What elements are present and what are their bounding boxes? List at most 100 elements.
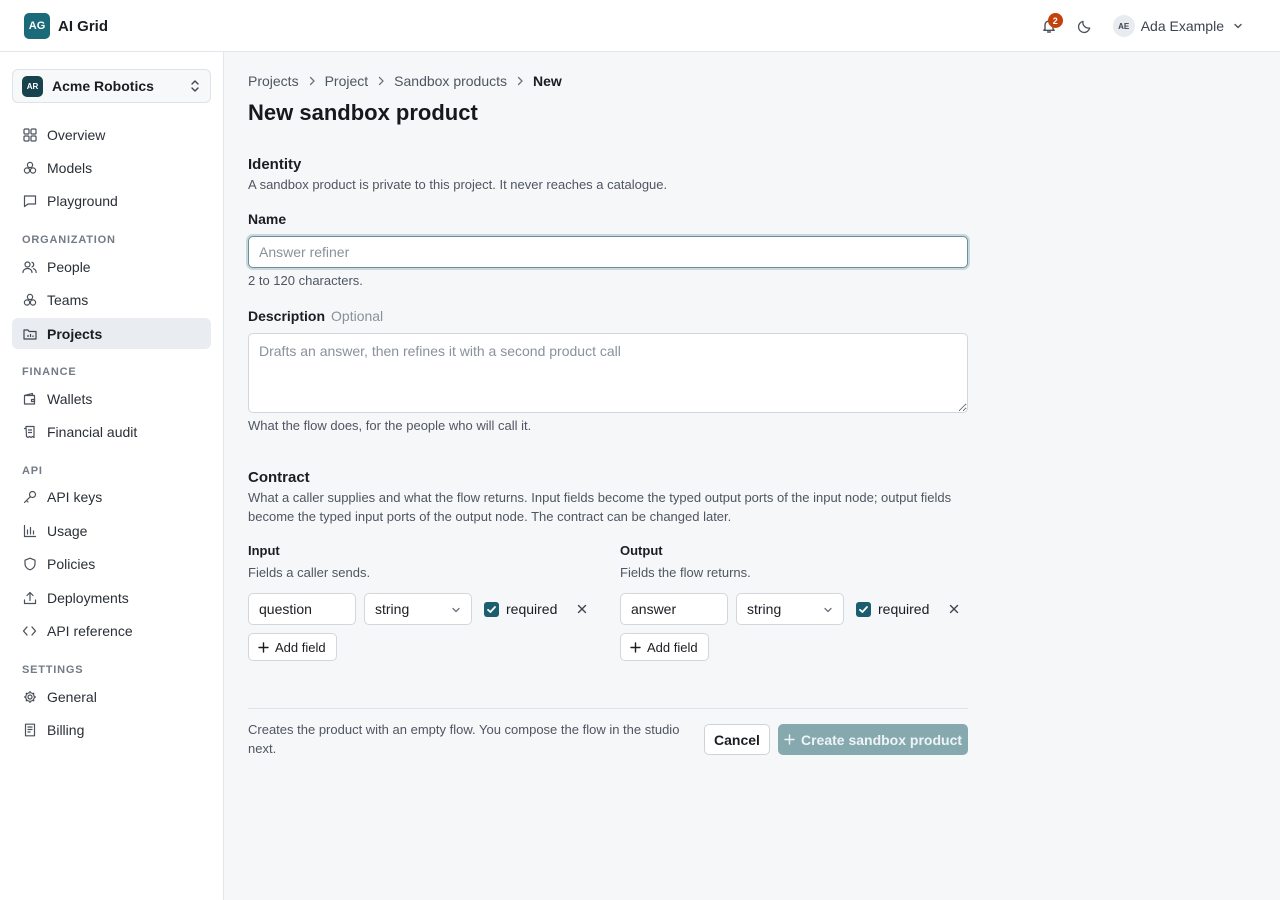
input-contract-column: Input Fields a caller sends. string requ…: [248, 543, 596, 661]
avatar: AE: [1112, 15, 1135, 37]
input-add-field-button[interactable]: Add field: [248, 633, 337, 661]
chevron-down-icon: [823, 605, 833, 615]
contract-section-description: What a caller supplies and what the flow…: [248, 490, 952, 524]
name-hint: 2 to 120 characters.: [248, 273, 363, 288]
description-hint: What the flow does, for the people who w…: [248, 418, 532, 433]
folder-chart-icon: [22, 326, 37, 341]
plus-icon: [784, 734, 795, 745]
output-contract-column: Output Fields the flow returns. string r…: [620, 543, 968, 661]
sidebar-item-people[interactable]: People: [12, 251, 211, 282]
required-label: required: [878, 601, 930, 617]
breadcrumb-project[interactable]: Project: [325, 73, 369, 89]
organization-switcher[interactable]: AR Acme Robotics: [12, 69, 211, 103]
output-field-row: string required: [620, 593, 968, 625]
sidebar-item-overview[interactable]: Overview: [12, 119, 211, 150]
sidebar-item-label: Financial audit: [47, 423, 138, 440]
sidebar-item-label: API reference: [47, 622, 133, 639]
chevron-up-down-icon: [190, 79, 200, 93]
sidebar-item-label: Wallets: [47, 390, 93, 407]
add-field-label: Add field: [647, 639, 698, 655]
sidebar-item-label: Usage: [47, 522, 88, 539]
input-field-required-checkbox[interactable]: required: [484, 601, 557, 617]
name-label: Name: [248, 211, 287, 227]
name-input[interactable]: [248, 236, 968, 268]
brand-name: AI Grid: [58, 17, 109, 35]
sidebar-item-deployments[interactable]: Deployments: [12, 582, 211, 613]
output-field-required-checkbox[interactable]: required: [856, 601, 929, 617]
plus-icon: [630, 641, 641, 653]
checkbox-checked-icon: [484, 601, 499, 617]
plus-icon: [258, 641, 269, 653]
sidebar-item-usage[interactable]: Usage: [12, 515, 211, 546]
sidebar-item-label: Models: [47, 159, 93, 176]
section-header-api: API: [22, 465, 43, 477]
create-sandbox-product-button[interactable]: Create sandbox product: [778, 724, 968, 755]
sidebar-item-api-reference[interactable]: API reference: [12, 615, 211, 646]
sidebar-item-projects[interactable]: Projects: [12, 318, 211, 349]
sidebar-item-financial-audit[interactable]: Financial audit: [12, 416, 211, 447]
sidebar-item-models[interactable]: Models: [12, 152, 211, 183]
org-avatar: AR: [22, 75, 43, 97]
sidebar: AR Acme Robotics Overview Models Playgro…: [0, 52, 224, 900]
user-menu[interactable]: AE Ada Example: [1112, 15, 1244, 37]
wallet-icon: [22, 391, 37, 406]
sidebar-item-label: Teams: [47, 291, 89, 308]
bar-chart-icon: [22, 523, 37, 538]
identity-section-description: A sandbox product is private to this pro…: [248, 177, 668, 192]
input-field-row: string required: [248, 593, 596, 625]
cancel-button[interactable]: Cancel: [704, 724, 770, 755]
section-header-finance: FINANCE: [22, 366, 77, 378]
input-field-name[interactable]: [248, 593, 356, 625]
sidebar-item-policies[interactable]: Policies: [12, 548, 211, 579]
code-icon: [22, 623, 37, 638]
theme-toggle-button[interactable]: [1071, 12, 1099, 40]
breadcrumb-projects[interactable]: Projects: [248, 73, 299, 89]
description-label: Description Optional: [248, 308, 383, 324]
chevron-right-icon: [308, 76, 316, 86]
shield-icon: [22, 556, 37, 571]
receipt-icon: [22, 424, 37, 439]
sidebar-item-general[interactable]: General: [12, 681, 211, 712]
optional-tag: Optional: [331, 308, 384, 324]
notifications-badge: 2: [1047, 13, 1063, 28]
sidebar-item-playground[interactable]: Playground: [12, 185, 211, 216]
sidebar-item-teams[interactable]: Teams: [12, 284, 211, 315]
output-column-title: Output: [620, 543, 663, 558]
brand[interactable]: AG AI Grid: [24, 13, 108, 39]
sidebar-item-api-keys[interactable]: API keys: [12, 481, 211, 512]
sidebar-item-label: General: [47, 688, 97, 705]
add-field-label: Add field: [275, 639, 326, 655]
contract-section-title: Contract: [248, 469, 310, 486]
type-value: string: [747, 601, 782, 617]
input-column-description: Fields a caller sends.: [248, 565, 371, 580]
sidebar-item-label: Projects: [47, 325, 103, 342]
type-value: string: [375, 601, 410, 617]
section-header-settings: SETTINGS: [22, 664, 84, 676]
description-label-text: Description: [248, 308, 326, 324]
top-bar: AG AI Grid 2 AE Ada Example: [0, 0, 1280, 52]
footer-note: Creates the product with an empty flow. …: [248, 722, 680, 756]
close-icon: [949, 604, 959, 614]
create-button-label: Create sandbox product: [800, 731, 963, 748]
description-textarea[interactable]: [248, 333, 968, 413]
sidebar-item-label: Billing: [47, 721, 85, 738]
notifications-button[interactable]: 2: [1035, 12, 1063, 40]
org-name: Acme Robotics: [52, 78, 154, 94]
breadcrumb-current: New: [533, 73, 562, 89]
output-add-field-button[interactable]: Add field: [620, 633, 709, 661]
chevron-right-icon: [377, 76, 385, 86]
breadcrumb-sandbox-products[interactable]: Sandbox products: [394, 73, 507, 89]
sidebar-item-billing[interactable]: Billing: [12, 714, 211, 745]
cubes-icon: [22, 160, 37, 175]
identity-section-title: Identity: [248, 156, 302, 173]
input-column-title: Input: [248, 543, 280, 558]
input-field-remove-button[interactable]: [574, 601, 590, 617]
chevron-right-icon: [516, 76, 524, 86]
output-field-name[interactable]: [620, 593, 728, 625]
output-field-remove-button[interactable]: [946, 601, 962, 617]
sidebar-item-wallets[interactable]: Wallets: [12, 383, 211, 414]
output-field-type-select[interactable]: string: [736, 593, 844, 625]
section-header-organization: ORGANIZATION: [22, 234, 116, 246]
sidebar-item-label: Policies: [47, 555, 96, 572]
input-field-type-select[interactable]: string: [364, 593, 472, 625]
